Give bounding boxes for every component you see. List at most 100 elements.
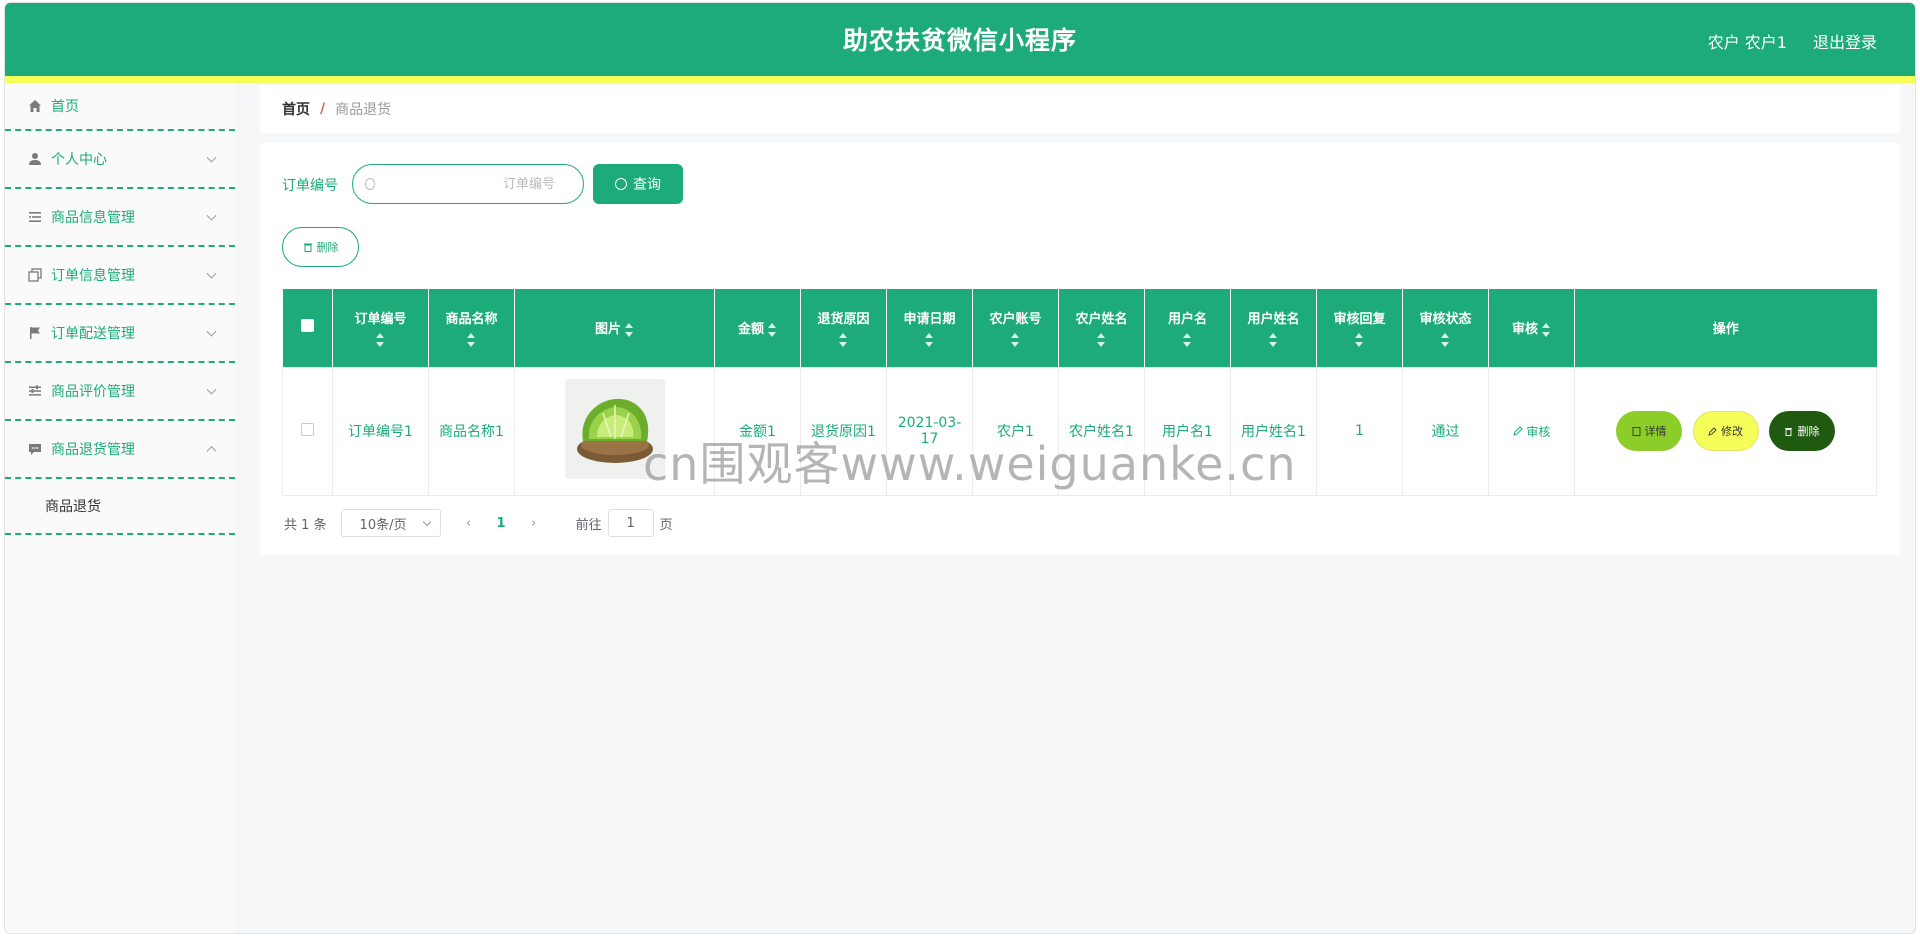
column-header[interactable]: 商品名称 [428, 289, 515, 367]
page-number[interactable]: 1 [497, 516, 506, 531]
sort-icon [1269, 333, 1278, 348]
column-header[interactable]: 退货原因 [800, 289, 887, 367]
column-header[interactable]: 审核回复 [1316, 289, 1403, 367]
select-all-checkbox[interactable] [300, 319, 314, 333]
edit-label: 修改 [1721, 425, 1743, 438]
chevron-up-icon [206, 446, 217, 457]
column-header[interactable]: 金额 [714, 289, 801, 367]
breadcrumb-home[interactable]: 首页 [282, 99, 310, 119]
column-header[interactable]: 农户姓名 [1058, 289, 1145, 367]
column-header[interactable]: 用户姓名 [1230, 289, 1317, 367]
detail-label: 详情 [1644, 425, 1667, 438]
column-header[interactable]: 订单编号 [332, 289, 429, 367]
column-header[interactable]: 图片 [514, 289, 715, 367]
sort-icon [1542, 322, 1551, 337]
home-icon [27, 98, 43, 114]
app-title: 助农扶贫微信小程序 [842, 26, 1077, 55]
sidebar-item-label: 首页 [51, 99, 79, 115]
audit-button[interactable]: 审核 [1512, 424, 1551, 439]
cell-audit: 审核 [1488, 366, 1575, 496]
row-checkbox[interactable] [301, 422, 314, 436]
sort-icon [925, 333, 934, 348]
search-field[interactable] [352, 164, 584, 204]
edit-icon [1708, 426, 1717, 436]
query-button[interactable]: 查询 [593, 164, 683, 204]
copy-icon [27, 267, 43, 283]
batch-delete-button[interactable]: 删除 [282, 227, 359, 267]
logout-button[interactable]: 退出登录 [1813, 29, 1877, 53]
column-header[interactable]: 申请日期 [886, 289, 973, 367]
top-header: 助农扶贫微信小程序 农户 农户1 退出登录 [5, 3, 1915, 83]
chevron-down-icon [206, 384, 217, 395]
next-page-button[interactable]: › [522, 516, 546, 531]
goto-suffix: 页 [659, 517, 673, 533]
delete-button[interactable]: 删除 [1768, 411, 1835, 451]
sidebar: 首页 个人中心 商品信息管理 订单信息管理 订单配送管理 商品评价管理 商品退货… [5, 83, 235, 933]
app-window: 助农扶贫微信小程序 农户 农户1 退出登录 首页 个人中心 商品信息管理 订单信… [4, 2, 1916, 934]
submenu-item-product-return[interactable]: 商品退货 [5, 479, 235, 535]
page-size-select[interactable]: 10条/页 [340, 509, 441, 537]
search-label: 订单编号 [282, 178, 338, 194]
sort-icon [839, 333, 848, 348]
sidebar-item-product-review[interactable]: 商品评价管理 [5, 363, 235, 421]
chevron-down-icon [206, 210, 217, 221]
chevron-down-icon [206, 326, 217, 337]
sidebar-item-product-info[interactable]: 商品信息管理 [5, 189, 235, 247]
search-input[interactable] [385, 176, 555, 192]
sidebar-item-label: 个人中心 [51, 152, 107, 168]
chevron-down-icon [206, 152, 217, 163]
batch-delete-label: 删除 [316, 241, 339, 254]
breadcrumb: 首页 / 商品退货 [260, 85, 1900, 133]
column-header[interactable]: 农户账号 [972, 289, 1059, 367]
trash-icon [303, 243, 312, 252]
goto-page-input[interactable] [607, 509, 654, 537]
sort-icon [768, 322, 777, 337]
prev-page-button[interactable]: ‹ [457, 516, 481, 531]
sidebar-item-label: 订单信息管理 [51, 268, 135, 284]
column-header[interactable]: 用户名 [1144, 289, 1231, 367]
sidebar-item-order-info[interactable]: 订单信息管理 [5, 247, 235, 305]
watermark-text: cn围观客www.weiguanke.cn [643, 437, 1297, 491]
chevron-down-icon [206, 268, 217, 279]
delete-label: 删除 [1797, 425, 1820, 438]
detail-button[interactable]: 详情 [1616, 411, 1683, 451]
cell-audit-reply: 1 [1316, 366, 1403, 496]
sort-icon [625, 322, 634, 337]
sort-icon [1011, 333, 1020, 348]
sidebar-item-order-delivery[interactable]: 订单配送管理 [5, 305, 235, 363]
sort-icon [1183, 333, 1192, 348]
sliders-icon [27, 383, 43, 399]
select-all-cell [282, 289, 333, 367]
sort-icon [376, 333, 385, 348]
sort-icon [1355, 333, 1364, 348]
user-icon [27, 151, 43, 167]
sidebar-item-product-return[interactable]: 商品退货管理 [5, 421, 235, 479]
sort-icon [1097, 333, 1106, 348]
query-button-label: 查询 [633, 177, 661, 193]
column-header: 操作 [1574, 289, 1877, 367]
sort-icon [1441, 333, 1450, 348]
audit-label: 审核 [1526, 424, 1551, 439]
breadcrumb-separator: / [320, 101, 326, 117]
sidebar-item-label: 商品退货管理 [51, 442, 135, 458]
sidebar-item-label: 商品评价管理 [51, 384, 135, 400]
sidebar-item-home[interactable]: 首页 [5, 83, 235, 131]
row-select-cell [282, 366, 333, 496]
cell-product-name: 商品名称1 [428, 366, 515, 496]
sidebar-item-label: 商品信息管理 [51, 210, 135, 226]
sort-icon [467, 333, 476, 348]
column-header[interactable]: 审核 [1488, 289, 1575, 367]
sidebar-item-label: 订单配送管理 [51, 326, 135, 342]
document-icon [1632, 426, 1640, 436]
flag-icon [27, 325, 43, 341]
column-header[interactable]: 审核状态 [1402, 289, 1489, 367]
pagination: 共 1 条 10条/页 ‹ 1 › 前往 页 [282, 509, 673, 537]
pagination-total: 共 1 条 [284, 517, 327, 533]
message-icon [27, 441, 43, 457]
search-icon [365, 178, 375, 190]
sidebar-item-profile[interactable]: 个人中心 [5, 131, 235, 189]
chevron-down-icon [422, 517, 431, 527]
trash-icon [1785, 427, 1793, 436]
edit-icon [1512, 425, 1523, 436]
edit-button[interactable]: 修改 [1692, 411, 1759, 451]
